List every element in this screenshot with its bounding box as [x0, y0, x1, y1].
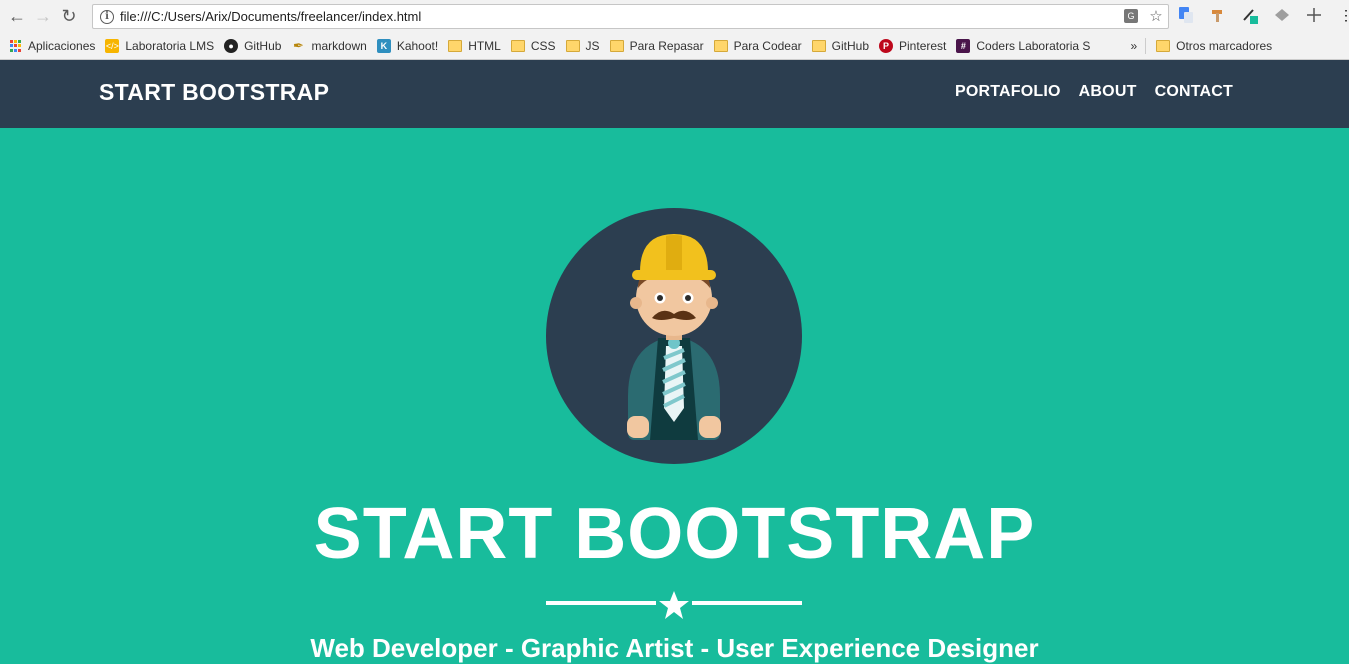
hero-subtitle: Web Developer - Graphic Artist - User Ex…	[310, 633, 1039, 663]
bookmarks-bar: Aplicaciones </> Laboratoria LMS ● GitHu…	[0, 33, 1349, 59]
folder-icon	[510, 40, 525, 52]
bookmark-otros-marcadores[interactable]: Otros marcadores	[1156, 39, 1272, 53]
laboratoria-icon: </>	[105, 39, 120, 53]
bookmark-laboratoria-lms[interactable]: </> Laboratoria LMS	[105, 39, 214, 53]
translate-extension-icon[interactable]	[1176, 5, 1196, 25]
divider-line-left	[546, 601, 656, 605]
url-text[interactable]: file:///C:/Users/Arix/Documents/freelanc…	[120, 9, 421, 24]
pinterest-icon: P	[879, 39, 894, 53]
bookmark-para-codear[interactable]: Para Codear	[713, 39, 802, 53]
address-bar[interactable]: i file:///C:/Users/Arix/Documents/freela…	[92, 4, 1169, 29]
folder-icon	[448, 40, 463, 52]
apps-grid-icon	[10, 40, 22, 52]
browser-chrome: ← → ↻ i file:///C:/Users/Arix/Documents/…	[0, 0, 1349, 60]
reload-icon[interactable]: ↻	[56, 4, 82, 30]
nav-portafolio[interactable]: PORTAFOLIO	[955, 83, 1061, 101]
bookmark-coders-laboratoria[interactable]: # Coders Laboratoria S	[956, 39, 1090, 53]
site-navbar: START BOOTSTRAP PORTAFOLIO ABOUT CONTACT	[0, 60, 1349, 128]
avatar	[546, 208, 802, 464]
bookmark-aplicaciones[interactable]: Aplicaciones	[10, 39, 95, 53]
slack-icon: #	[956, 39, 971, 53]
folder-icon	[1156, 40, 1171, 52]
folder-icon	[609, 40, 624, 52]
divider-line-right	[692, 601, 802, 605]
bookmarks-overflow-button[interactable]: »	[1130, 39, 1137, 53]
page: START BOOTSTRAP PORTAFOLIO ABOUT CONTACT	[0, 60, 1349, 663]
browser-toolbar: ← → ↻ i file:///C:/Users/Arix/Documents/…	[0, 0, 1349, 33]
hero-title: START BOOTSTRAP	[313, 494, 1036, 574]
hammer-extension-icon[interactable]	[1208, 5, 1228, 25]
menu-icon[interactable]: ⋮	[1336, 5, 1349, 25]
layers-extension-icon[interactable]	[1272, 5, 1292, 25]
bookmark-kahoot[interactable]: K Kahoot!	[376, 39, 438, 53]
bookmark-github[interactable]: ● GitHub	[224, 39, 281, 53]
site-nav: PORTAFOLIO ABOUT CONTACT	[955, 83, 1233, 101]
star-icon	[659, 591, 689, 619]
bookmark-pinterest[interactable]: P Pinterest	[879, 39, 946, 53]
back-icon[interactable]: ←	[4, 4, 30, 30]
worker-avatar-icon	[627, 234, 721, 440]
bookmark-para-repasar[interactable]: Para Repasar	[609, 39, 704, 53]
info-icon[interactable]: i	[100, 9, 114, 24]
move-extension-icon[interactable]	[1304, 5, 1324, 25]
nav-about[interactable]: ABOUT	[1079, 83, 1137, 101]
forward-icon[interactable]: →	[30, 4, 56, 30]
bookmark-js[interactable]: JS	[565, 39, 600, 53]
kahoot-icon: K	[376, 39, 391, 53]
bookmark-github-folder[interactable]: GitHub	[811, 39, 869, 53]
folder-icon	[811, 40, 826, 52]
bookmarks-separator	[1145, 38, 1147, 54]
translate-icon[interactable]: G	[1124, 9, 1138, 23]
folder-icon	[713, 40, 728, 52]
markdown-icon: ✒	[293, 38, 304, 53]
bookmark-html[interactable]: HTML	[448, 39, 501, 53]
eyedropper-extension-icon[interactable]	[1240, 5, 1260, 25]
site-brand[interactable]: START BOOTSTRAP	[99, 79, 329, 106]
bookmark-markdown[interactable]: ✒ markdown	[291, 38, 367, 53]
nav-contact[interactable]: CONTACT	[1155, 83, 1233, 101]
star-divider	[546, 590, 802, 620]
bookmark-css[interactable]: CSS	[510, 39, 556, 53]
github-icon: ●	[224, 39, 239, 53]
extensions-bar: ⋮	[1176, 5, 1349, 25]
folder-icon	[565, 40, 580, 52]
star-icon[interactable]: ☆	[1148, 7, 1164, 25]
